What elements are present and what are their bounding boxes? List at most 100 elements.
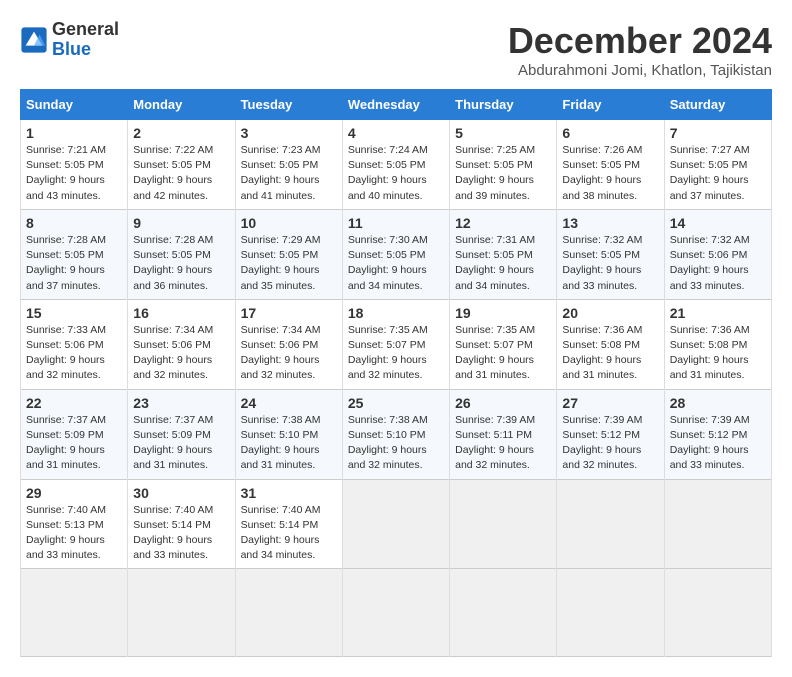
calendar-cell: 9 Sunrise: 7:28 AMSunset: 5:05 PMDaylight…	[128, 209, 235, 299]
day-info: Sunrise: 7:38 AMSunset: 5:10 PMDaylight:…	[241, 414, 321, 472]
day-number: 11	[348, 215, 444, 231]
day-number: 4	[348, 125, 444, 141]
day-number: 16	[133, 305, 229, 321]
calendar-week-row: 1Sunrise: 7:21 AMSunset: 5:05 PMDaylight…	[21, 120, 772, 210]
day-number: 18	[348, 305, 444, 321]
day-info: Sunrise: 7:30 AMSunset: 5:05 PMDaylight:…	[348, 234, 428, 292]
day-info: Sunrise: 7:40 AMSunset: 5:14 PMDaylight:…	[241, 504, 321, 562]
location-title: Abdurahmoni Jomi, Khatlon, Tajikistan	[508, 62, 772, 79]
calendar-cell: 28 Sunrise: 7:39 AMSunset: 5:12 PMDayligh…	[664, 389, 771, 479]
day-info: Sunrise: 7:34 AMSunset: 5:06 PMDaylight:…	[133, 324, 213, 382]
day-number: 5	[455, 125, 551, 141]
day-number: 12	[455, 215, 551, 231]
day-info: Sunrise: 7:38 AMSunset: 5:10 PMDaylight:…	[348, 414, 428, 472]
day-number: 2	[133, 125, 229, 141]
day-number: 10	[241, 215, 337, 231]
calendar-cell	[557, 479, 664, 569]
page-header: General Blue December 2024 Abdurahmoni J…	[20, 20, 772, 79]
calendar-week-row: 22 Sunrise: 7:37 AMSunset: 5:09 PMDayligh…	[21, 389, 772, 479]
calendar-cell: 1Sunrise: 7:21 AMSunset: 5:05 PMDaylight…	[21, 120, 128, 210]
calendar-cell: 29Sunrise: 7:40 AMSunset: 5:13 PMDayligh…	[21, 479, 128, 569]
day-number: 23	[133, 395, 229, 411]
day-number: 15	[26, 305, 122, 321]
calendar-week-row: 15Sunrise: 7:33 AMSunset: 5:06 PMDayligh…	[21, 299, 772, 389]
day-info: Sunrise: 7:37 AMSunset: 5:09 PMDaylight:…	[26, 414, 106, 472]
day-number: 17	[241, 305, 337, 321]
header-tuesday: Tuesday	[235, 90, 342, 120]
calendar-cell: 18 Sunrise: 7:35 AMSunset: 5:07 PMDayligh…	[342, 299, 449, 389]
day-number: 19	[455, 305, 551, 321]
calendar-cell: 16 Sunrise: 7:34 AMSunset: 5:06 PMDayligh…	[128, 299, 235, 389]
day-number: 24	[241, 395, 337, 411]
day-number: 30	[133, 485, 229, 501]
title-area: December 2024 Abdurahmoni Jomi, Khatlon,…	[508, 20, 772, 79]
day-info: Sunrise: 7:40 AMSunset: 5:14 PMDaylight:…	[133, 504, 213, 562]
day-info: Sunrise: 7:35 AMSunset: 5:07 PMDaylight:…	[455, 324, 535, 382]
day-info: Sunrise: 7:31 AMSunset: 5:05 PMDaylight:…	[455, 234, 535, 292]
calendar-cell	[235, 569, 342, 657]
day-info: Sunrise: 7:29 AMSunset: 5:05 PMDaylight:…	[241, 234, 321, 292]
day-info: Sunrise: 7:24 AMSunset: 5:05 PMDaylight:…	[348, 144, 428, 202]
calendar-cell: 23 Sunrise: 7:37 AMSunset: 5:09 PMDayligh…	[128, 389, 235, 479]
calendar-cell: 30 Sunrise: 7:40 AMSunset: 5:14 PMDayligh…	[128, 479, 235, 569]
calendar-cell: 10 Sunrise: 7:29 AMSunset: 5:05 PMDayligh…	[235, 209, 342, 299]
day-info: Sunrise: 7:26 AMSunset: 5:05 PMDaylight:…	[562, 144, 642, 202]
header-friday: Friday	[557, 90, 664, 120]
day-number: 9	[133, 215, 229, 231]
day-info: Sunrise: 7:39 AMSunset: 5:11 PMDaylight:…	[455, 414, 535, 472]
calendar-week-row: 8 Sunrise: 7:28 AMSunset: 5:05 PMDaylight…	[21, 209, 772, 299]
day-number: 13	[562, 215, 658, 231]
day-info: Sunrise: 7:23 AMSunset: 5:05 PMDaylight:…	[241, 144, 321, 202]
day-number: 14	[670, 215, 766, 231]
logo: General Blue	[20, 20, 119, 60]
day-info: Sunrise: 7:39 AMSunset: 5:12 PMDaylight:…	[670, 414, 750, 472]
day-number: 21	[670, 305, 766, 321]
calendar-cell: 14 Sunrise: 7:32 AMSunset: 5:06 PMDayligh…	[664, 209, 771, 299]
day-number: 20	[562, 305, 658, 321]
calendar-cell: 17 Sunrise: 7:34 AMSunset: 5:06 PMDayligh…	[235, 299, 342, 389]
calendar-cell: 25Sunrise: 7:38 AMSunset: 5:10 PMDayligh…	[342, 389, 449, 479]
day-number: 28	[670, 395, 766, 411]
day-info: Sunrise: 7:21 AMSunset: 5:05 PMDaylight:…	[26, 144, 106, 202]
calendar-cell: 24 Sunrise: 7:38 AMSunset: 5:10 PMDayligh…	[235, 389, 342, 479]
calendar-cell: 3 Sunrise: 7:23 AMSunset: 5:05 PMDaylight…	[235, 120, 342, 210]
day-info: Sunrise: 7:34 AMSunset: 5:06 PMDaylight:…	[241, 324, 321, 382]
day-info: Sunrise: 7:36 AMSunset: 5:08 PMDaylight:…	[670, 324, 750, 382]
calendar-cell: 20 Sunrise: 7:36 AMSunset: 5:08 PMDayligh…	[557, 299, 664, 389]
day-info: Sunrise: 7:28 AMSunset: 5:05 PMDaylight:…	[133, 234, 213, 292]
calendar-cell	[557, 569, 664, 657]
day-number: 6	[562, 125, 658, 141]
day-number: 31	[241, 485, 337, 501]
day-info: Sunrise: 7:32 AMSunset: 5:06 PMDaylight:…	[670, 234, 750, 292]
calendar-cell	[450, 569, 557, 657]
day-info: Sunrise: 7:37 AMSunset: 5:09 PMDaylight:…	[133, 414, 213, 472]
day-number: 22	[26, 395, 122, 411]
day-info: Sunrise: 7:40 AMSunset: 5:13 PMDaylight:…	[26, 504, 106, 562]
header-saturday: Saturday	[664, 90, 771, 120]
calendar-table: SundayMondayTuesdayWednesdayThursdayFrid…	[20, 89, 772, 657]
calendar-cell: 6 Sunrise: 7:26 AMSunset: 5:05 PMDaylight…	[557, 120, 664, 210]
calendar-cell	[664, 479, 771, 569]
day-info: Sunrise: 7:27 AMSunset: 5:05 PMDaylight:…	[670, 144, 750, 202]
calendar-cell: 4 Sunrise: 7:24 AMSunset: 5:05 PMDaylight…	[342, 120, 449, 210]
logo-icon	[20, 26, 48, 54]
header-sunday: Sunday	[21, 90, 128, 120]
calendar-cell: 15Sunrise: 7:33 AMSunset: 5:06 PMDayligh…	[21, 299, 128, 389]
day-number: 27	[562, 395, 658, 411]
day-number: 8	[26, 215, 122, 231]
logo-blue: Blue	[52, 40, 119, 60]
calendar-week-row	[21, 569, 772, 657]
day-info: Sunrise: 7:36 AMSunset: 5:08 PMDaylight:…	[562, 324, 642, 382]
calendar-cell: 26Sunrise: 7:39 AMSunset: 5:11 PMDayligh…	[450, 389, 557, 479]
day-info: Sunrise: 7:35 AMSunset: 5:07 PMDaylight:…	[348, 324, 428, 382]
day-info: Sunrise: 7:28 AMSunset: 5:05 PMDaylight:…	[26, 234, 106, 292]
logo-text: General Blue	[52, 20, 119, 60]
day-info: Sunrise: 7:25 AMSunset: 5:05 PMDaylight:…	[455, 144, 535, 202]
calendar-week-row: 29Sunrise: 7:40 AMSunset: 5:13 PMDayligh…	[21, 479, 772, 569]
day-number: 3	[241, 125, 337, 141]
calendar-cell: 27Sunrise: 7:39 AMSunset: 5:12 PMDayligh…	[557, 389, 664, 479]
calendar-cell: 5 Sunrise: 7:25 AMSunset: 5:05 PMDaylight…	[450, 120, 557, 210]
day-number: 7	[670, 125, 766, 141]
logo-general: General	[52, 20, 119, 40]
calendar-cell: 19 Sunrise: 7:35 AMSunset: 5:07 PMDayligh…	[450, 299, 557, 389]
